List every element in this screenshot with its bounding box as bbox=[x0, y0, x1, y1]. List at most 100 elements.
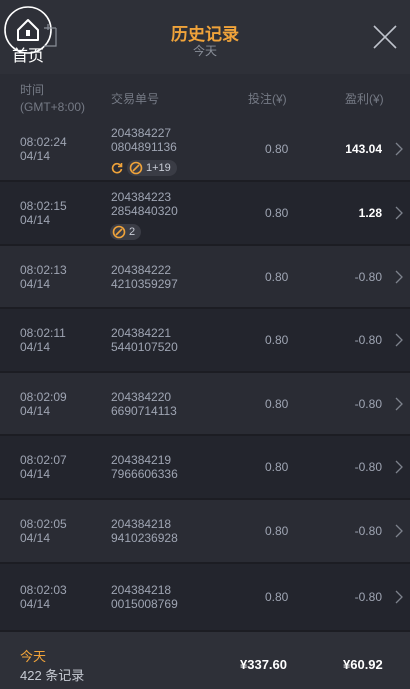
table-row[interactable]: 08:02:13 04/14 204384222 4210359297 0.80 -0.8… bbox=[0, 246, 410, 309]
row-time-value: 08:02:11 bbox=[20, 326, 66, 340]
row-date-value: 04/14 bbox=[20, 467, 51, 481]
row-order-line1: 204384227 bbox=[111, 126, 172, 140]
row-order-line1: 204384220 bbox=[111, 390, 172, 404]
summary-label: 今天 bbox=[20, 649, 47, 664]
row-time: 08:02:03 04/14 bbox=[20, 583, 67, 611]
row-date-value: 04/14 bbox=[20, 213, 51, 227]
row-profit: -0.80 bbox=[354, 590, 382, 604]
table-row[interactable]: 08:02:24 04/14 204384227 0804891136 1+19 0.80… bbox=[0, 118, 410, 182]
table-row[interactable]: 08:02:07 04/14 204384219 7966606336 0.80 -0.8… bbox=[0, 436, 410, 500]
refresh-icon bbox=[111, 162, 123, 174]
table-row[interactable]: 08:02:09 04/14 204384220 6690714113 0.80 -0.8… bbox=[0, 373, 410, 436]
row-bet: 0.80 bbox=[265, 524, 289, 538]
table-row[interactable]: 08:02:03 04/14 204384218 0015008769 0.80 -0.8… bbox=[0, 564, 410, 632]
total-bet: ¥337.60 bbox=[240, 657, 287, 672]
row-profit: -0.80 bbox=[354, 270, 382, 284]
row-profit: 1.28 bbox=[358, 206, 382, 220]
column-profit: 盈利(¥) bbox=[345, 92, 384, 106]
table-row[interactable]: 08:02:05 04/14 204384218 9410236928 0.80 -0.8… bbox=[0, 500, 410, 564]
row-order-line2: 2854840320 bbox=[111, 204, 178, 218]
column-timezone-label: (GMT+8:00) bbox=[20, 100, 86, 114]
row-order: 204384223 2854840320 bbox=[111, 190, 178, 218]
ball-icon bbox=[129, 161, 143, 175]
row-time: 08:02:24 04/14 bbox=[20, 135, 67, 163]
row-order-line2: 9410236928 bbox=[111, 531, 178, 545]
row-time: 08:02:07 04/14 bbox=[20, 453, 67, 481]
row-date-value: 04/14 bbox=[20, 404, 51, 418]
column-header: 时间 (GMT+8:00) 交易单号 投注(¥) 盈利(¥) bbox=[0, 74, 410, 118]
row-bet: 0.80 bbox=[265, 333, 289, 347]
row-order-line2: 6690714113 bbox=[111, 404, 177, 418]
chevron-right-icon bbox=[395, 142, 403, 156]
row-profit: -0.80 bbox=[354, 524, 382, 538]
chevron-right-icon bbox=[395, 524, 403, 538]
record-count: 422 条记录 bbox=[20, 668, 85, 683]
row-order: 204384227 0804891136 bbox=[111, 126, 177, 154]
chevron-right-icon bbox=[395, 590, 403, 604]
row-order-line1: 204384222 bbox=[111, 263, 172, 277]
row-profit: -0.80 bbox=[354, 397, 382, 411]
row-time: 08:02:09 04/14 bbox=[20, 390, 67, 418]
row-order: 204384221 5440107520 bbox=[111, 326, 178, 354]
row-time-value: 08:02:15 bbox=[20, 199, 67, 213]
row-bet: 0.80 bbox=[265, 397, 289, 411]
row-order: 204384222 4210359297 bbox=[111, 263, 178, 291]
row-date-value: 04/14 bbox=[20, 340, 51, 354]
column-order: 交易单号 bbox=[111, 92, 160, 106]
row-order-line1: 204384219 bbox=[111, 453, 172, 467]
badge-count: 1+19 bbox=[146, 162, 171, 174]
total-profit: ¥60.92 bbox=[343, 657, 383, 672]
row-bet: 0.80 bbox=[265, 590, 289, 604]
column-bet: 投注(¥) bbox=[248, 92, 287, 106]
row-date-value: 04/14 bbox=[20, 597, 51, 611]
row-order-line2: 0015008769 bbox=[111, 597, 178, 611]
page-subtitle: 今天 bbox=[192, 44, 217, 58]
row-time: 08:02:13 04/14 bbox=[20, 263, 67, 291]
row-bet: 0.80 bbox=[265, 460, 289, 474]
row-order-line2: 7966606336 bbox=[111, 467, 178, 481]
ball-icon bbox=[112, 225, 126, 239]
badge-pill: 2 bbox=[110, 224, 142, 240]
row-profit: -0.80 bbox=[354, 460, 382, 474]
row-time: 08:02:15 04/14 bbox=[20, 199, 67, 227]
row-profit: 143.04 bbox=[345, 142, 382, 156]
row-order: 204384218 9410236928 bbox=[111, 517, 178, 545]
close-icon bbox=[373, 25, 397, 49]
row-time-value: 08:02:03 bbox=[20, 583, 67, 597]
row-time: 08:02:11 04/14 bbox=[20, 326, 66, 354]
row-order: 204384220 6690714113 bbox=[111, 390, 177, 418]
chevron-right-icon bbox=[395, 206, 403, 220]
column-time-label: 时间 bbox=[20, 83, 45, 97]
row-date-value: 04/14 bbox=[20, 531, 51, 545]
row-order-line1: 204384218 bbox=[111, 517, 172, 531]
row-badges: 2 bbox=[110, 224, 142, 240]
row-time: 08:02:05 04/14 bbox=[20, 517, 67, 545]
row-time-value: 08:02:07 bbox=[20, 453, 67, 467]
chevron-right-icon bbox=[395, 333, 403, 347]
table-row[interactable]: 08:02:15 04/14 204384223 2854840320 2 0.80 1.2… bbox=[0, 182, 410, 246]
row-order-line1: 204384223 bbox=[111, 190, 172, 204]
chevron-right-icon bbox=[395, 270, 403, 284]
chevron-right-icon bbox=[395, 397, 403, 411]
row-order: 204384219 7966606336 bbox=[111, 453, 178, 481]
close-button[interactable] bbox=[370, 22, 400, 52]
row-bet: 0.80 bbox=[265, 142, 289, 156]
row-time-value: 08:02:09 bbox=[20, 390, 67, 404]
row-order-line1: 204384218 bbox=[111, 583, 172, 597]
row-badges: 1+19 bbox=[110, 160, 177, 176]
row-order-line2: 4210359297 bbox=[111, 277, 178, 291]
table-row[interactable]: 08:02:11 04/14 204384221 5440107520 0.80 -0.8… bbox=[0, 309, 410, 373]
badge-count: 2 bbox=[129, 226, 136, 238]
row-date-value: 04/14 bbox=[20, 149, 51, 163]
badge-pill: 1+19 bbox=[127, 160, 177, 176]
row-time-value: 08:02:13 bbox=[20, 263, 67, 277]
row-time-value: 08:02:24 bbox=[20, 135, 67, 149]
row-order: 204384218 0015008769 bbox=[111, 583, 178, 611]
header-bar: 首页 历史记录 今天 bbox=[0, 0, 410, 74]
row-order-line2: 0804891136 bbox=[111, 140, 177, 154]
row-profit: -0.80 bbox=[354, 333, 382, 347]
row-time-value: 08:02:05 bbox=[20, 517, 67, 531]
summary-footer: 今天 422 条记录 ¥337.60 ¥60.92 bbox=[0, 632, 410, 689]
chevron-right-icon bbox=[395, 460, 403, 474]
row-order-line2: 5440107520 bbox=[111, 340, 178, 354]
